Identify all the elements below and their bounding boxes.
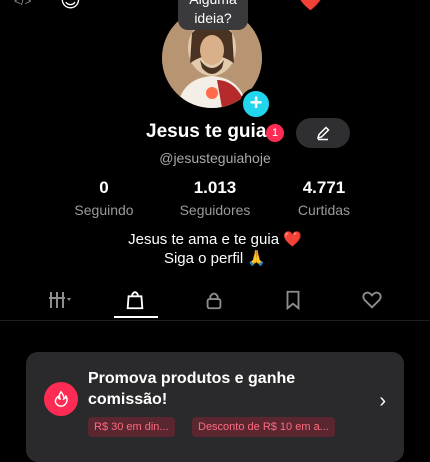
promo-chip[interactable]: Desconto de R$ 10 em a... (192, 417, 335, 437)
idea-bubble[interactable]: Alguma ideia? (178, 0, 248, 30)
bio-line-1: Jesus te ama e te guia ❤️ (128, 231, 302, 248)
tab-grid-filter[interactable] (40, 284, 80, 316)
stat-label: Seguidores (179, 202, 251, 218)
chevron-right-icon[interactable]: › (379, 390, 386, 413)
profile-name: Jesus te guia (146, 121, 267, 142)
shopping-bag-icon (124, 291, 146, 315)
stat-value: 0 (99, 178, 109, 197)
promo-title: Promova produtos e ganhe comissão! (88, 370, 296, 408)
bubble-line-2: ideia? (194, 10, 232, 26)
profile-handle: @jesusteguiahoje (159, 150, 271, 166)
stat-label: Seguindo (74, 202, 134, 218)
edit-profile-button[interactable] (296, 118, 350, 148)
stat-likes[interactable]: 4.771 Curtidas (264, 178, 384, 218)
stat-value: 1.013 (193, 178, 237, 197)
bubble-line-1: Alguma (178, 0, 248, 9)
name-row: Jesus te guia 1 (0, 118, 430, 148)
grid-filter-icon (45, 292, 75, 315)
heart-emoji-icon: ❤️ (298, 0, 323, 12)
stat-value: 4.771 (302, 178, 346, 197)
lock-icon (203, 292, 225, 315)
stat-following[interactable]: 0 Seguindo (44, 178, 164, 218)
active-tab-indicator (114, 316, 158, 318)
profile-bio: Jesus te ama e te guia ❤️ Siga o perfil … (0, 230, 430, 268)
add-story-button[interactable]: + (240, 88, 272, 120)
bio-line-2: Siga o perfil 🙏 (163, 250, 267, 267)
notification-badge[interactable]: 1 (266, 124, 284, 142)
bookmark-icon (282, 290, 304, 315)
heart-icon (361, 291, 383, 315)
profile-stats: 0 Seguindo 1.013 Seguidores 4.771 Curtid… (0, 178, 430, 218)
tab-private[interactable] (194, 284, 234, 316)
pencil-icon (315, 124, 331, 141)
emoji-icon: 😊 (60, 0, 81, 12)
flame-icon (44, 382, 78, 416)
back-arrow-icon[interactable]: </> (14, 0, 36, 8)
profile-tabs (0, 284, 430, 320)
promo-chip[interactable]: R$ 30 em din... (88, 417, 175, 437)
promo-card[interactable]: Promova produtos e ganhe comissão! › R$ … (26, 352, 404, 462)
tab-shop[interactable] (115, 284, 155, 316)
tab-saved[interactable] (273, 284, 313, 316)
stat-label: Curtidas (297, 202, 351, 218)
tab-liked[interactable] (352, 284, 392, 316)
divider (0, 320, 430, 321)
stat-followers[interactable]: 1.013 Seguidores (155, 178, 275, 218)
